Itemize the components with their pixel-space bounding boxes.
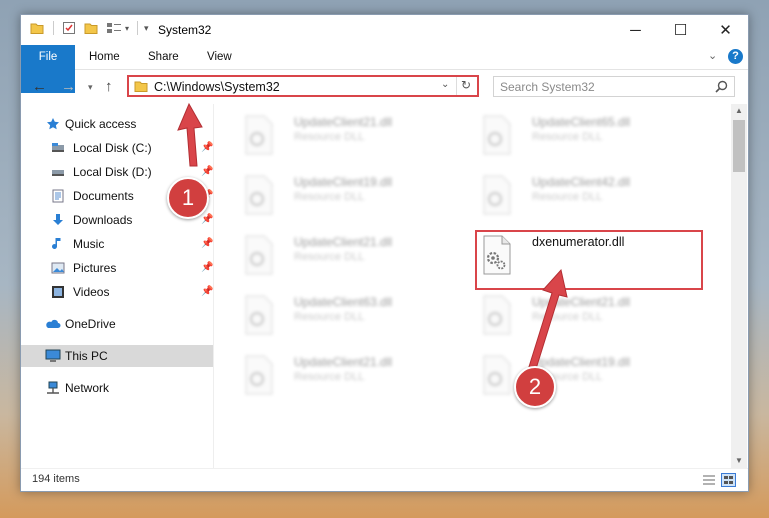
step-1-badge: 1	[167, 177, 209, 219]
arrow-up-annotation	[177, 102, 203, 167]
arrow-diagonal-annotation	[527, 268, 568, 373]
step-2-badge: 2	[514, 366, 556, 408]
annotation-arrows	[177, 102, 568, 373]
